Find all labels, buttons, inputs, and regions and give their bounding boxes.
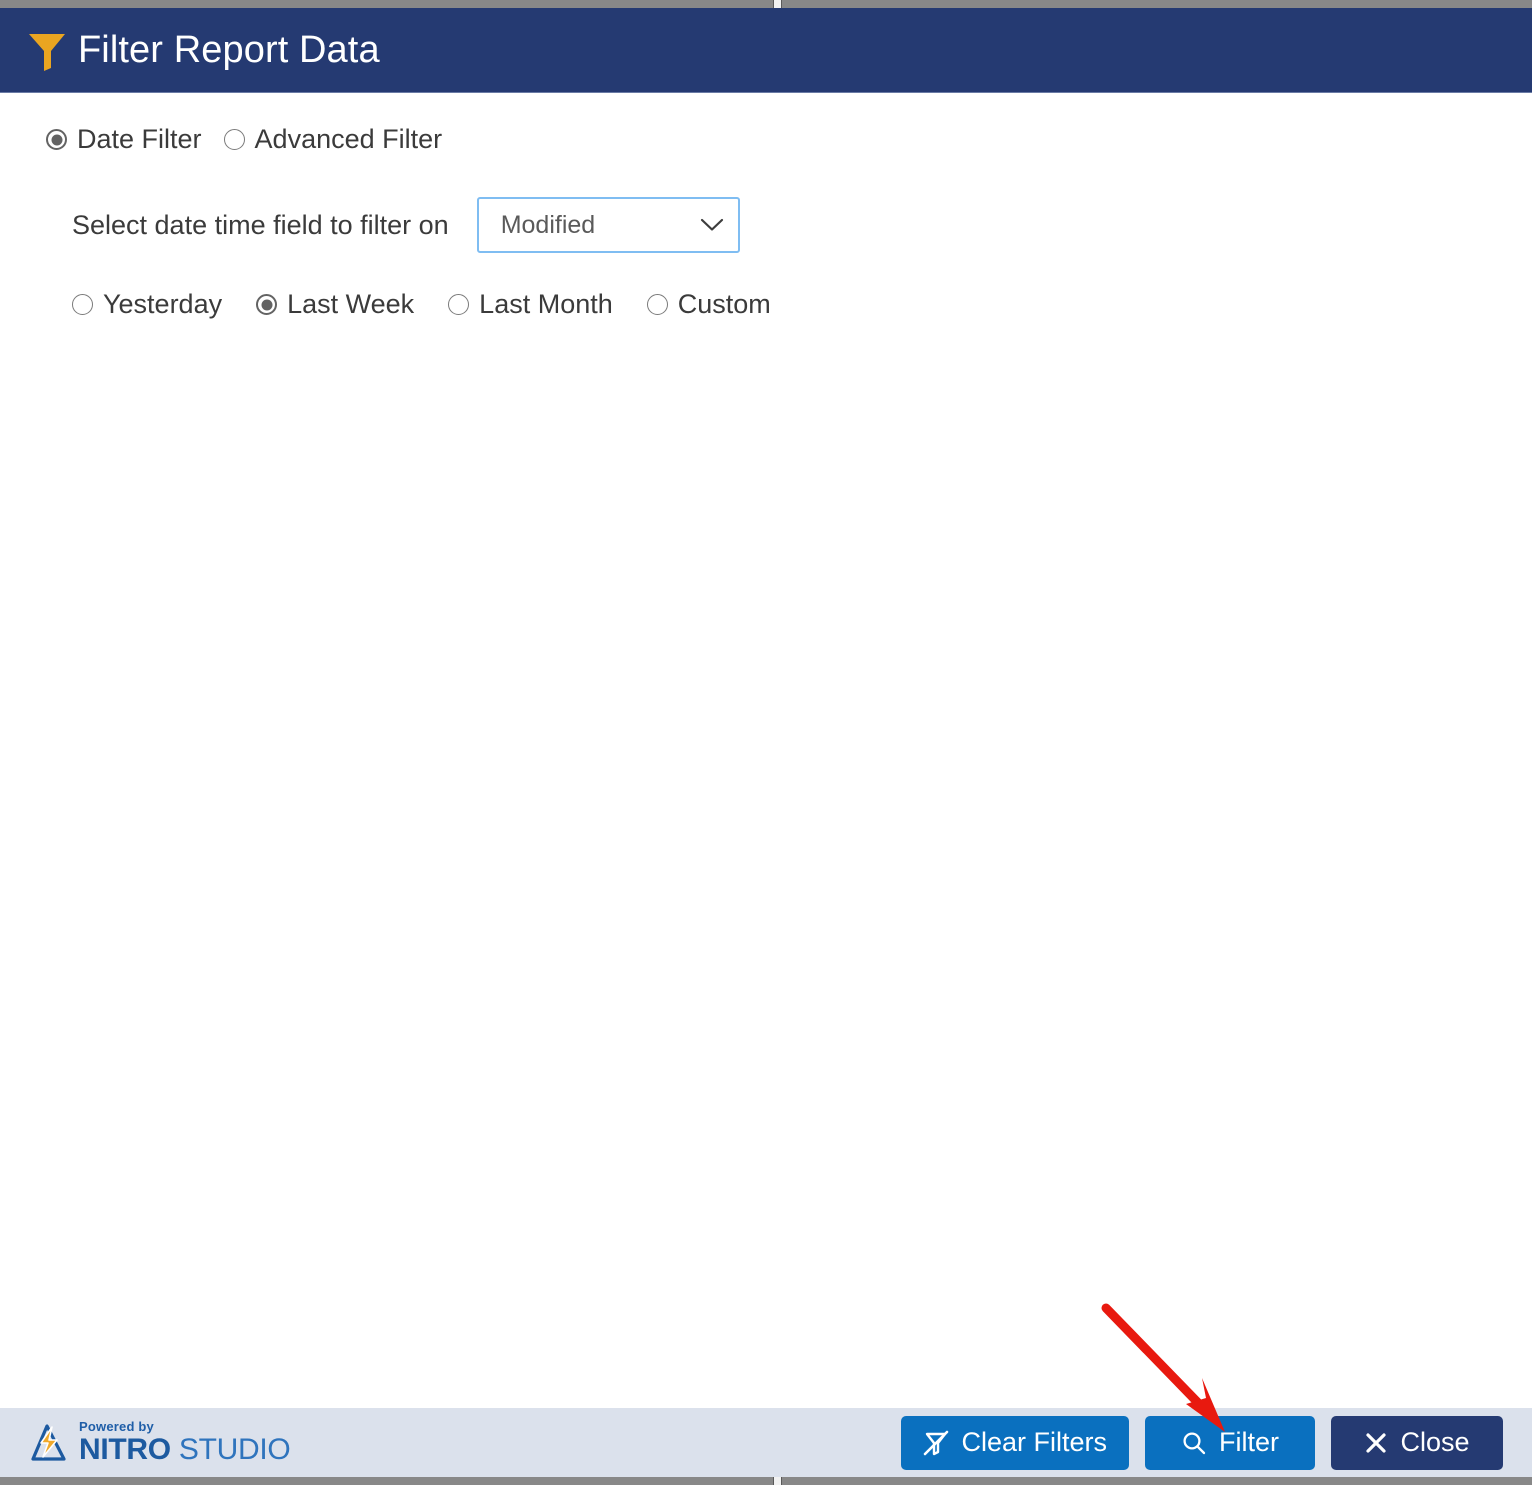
radio-last-week-label: Last Week — [287, 289, 415, 319]
search-icon — [1181, 1430, 1207, 1456]
horizontal-scrollbar-bottom[interactable] — [0, 1477, 1532, 1485]
radio-yesterday-label: Yesterday — [103, 289, 223, 319]
dialog-header: Filter Report Data — [0, 8, 1532, 93]
horizontal-scrollbar-top[interactable] — [0, 0, 1532, 8]
filter-button[interactable]: Filter — [1145, 1415, 1315, 1470]
close-button[interactable]: Close — [1331, 1415, 1503, 1470]
filter-mode-radio-group: Date Filter Advanced Filter — [46, 126, 442, 153]
clear-filter-icon — [923, 1430, 949, 1456]
clear-filters-button[interactable]: Clear Filters — [901, 1415, 1129, 1470]
nitro-studio-logo-text: Powered by NITRO STUDIO — [79, 1419, 291, 1466]
radio-date-filter-label: Date Filter — [77, 124, 202, 154]
close-x-icon — [1364, 1431, 1388, 1455]
date-field-selector-row: Select date time field to filter on Modi… — [72, 197, 740, 253]
clear-filters-button-label: Clear Filters — [961, 1427, 1107, 1457]
radio-advanced-filter-indicator[interactable] — [223, 129, 245, 150]
nitro-bolt-logo-icon — [31, 1423, 66, 1461]
logo-brand-studio: STUDIO — [170, 1433, 291, 1466]
nitro-studio-logo: Powered by NITRO STUDIO — [30, 1419, 291, 1466]
radio-last-month-label: Last Month — [479, 289, 613, 319]
scrollbar-thumb-top[interactable] — [773, 0, 782, 8]
logo-brand-name: NITRO STUDIO — [79, 1433, 291, 1466]
radio-advanced-filter[interactable]: Advanced Filter — [223, 124, 443, 154]
close-button-label: Close — [1400, 1427, 1470, 1457]
footer-button-group: Clear Filters Filter Close — [901, 1415, 1503, 1470]
dialog-body: Date Filter Advanced Filter Select date … — [0, 93, 1532, 1408]
date-range-radio-group: Yesterday Last Week Last Month Custom — [72, 291, 771, 318]
radio-last-week-indicator[interactable] — [256, 294, 278, 315]
dialog-footer: Powered by NITRO STUDIO Clear Filters Fi… — [0, 1408, 1532, 1477]
logo-powered-by: Powered by — [79, 1419, 154, 1434]
radio-last-month[interactable]: Last Month — [448, 291, 613, 318]
date-field-select-wrapper[interactable]: Modified — [476, 197, 740, 253]
logo-brand-nitro: NITRO — [79, 1433, 171, 1466]
radio-last-week[interactable]: Last Week — [256, 291, 414, 318]
radio-yesterday[interactable]: Yesterday — [72, 291, 222, 318]
date-field-select[interactable]: Modified — [476, 197, 740, 253]
radio-custom-label: Custom — [677, 289, 771, 319]
funnel-icon — [29, 34, 65, 71]
page-title: Filter Report Data — [78, 29, 380, 71]
filter-button-label: Filter — [1219, 1427, 1279, 1457]
radio-custom-indicator[interactable] — [646, 294, 668, 315]
filter-report-data-dialog: Filter Report Data Date Filter Advanced … — [0, 0, 1532, 1485]
radio-custom[interactable]: Custom — [646, 289, 771, 319]
radio-date-filter-indicator[interactable] — [46, 129, 67, 150]
scrollbar-thumb-bottom[interactable] — [773, 1477, 782, 1485]
radio-advanced-filter-label: Advanced Filter — [254, 124, 443, 154]
date-field-label: Select date time field to filter on — [72, 209, 449, 240]
radio-yesterday-indicator[interactable] — [72, 294, 93, 315]
radio-date-filter[interactable]: Date Filter — [46, 126, 202, 153]
radio-last-month-indicator[interactable] — [448, 294, 470, 315]
